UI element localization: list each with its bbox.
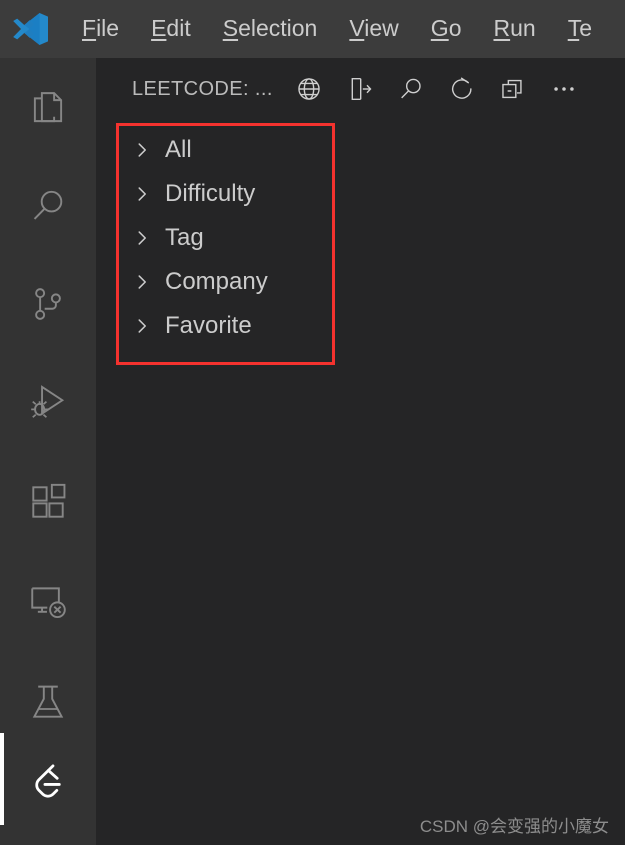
chevron-right-icon[interactable] [130, 314, 154, 338]
menu-mnemonic: G [430, 15, 449, 42]
panel-actions [293, 73, 580, 105]
tree-item-label[interactable]: Difficulty [165, 182, 255, 206]
tree-item-tag[interactable]: Tag [116, 216, 616, 260]
files-icon [33, 92, 63, 123]
chevron-right-icon[interactable] [130, 138, 154, 162]
menu-label-rest: e [579, 15, 592, 42]
menu-label-rest: dit [166, 15, 191, 42]
menu-mnemonic: S [222, 15, 239, 42]
run-and-debug-icon [31, 385, 65, 418]
menu-mnemonic: F [82, 15, 97, 42]
switch-endpoint-button[interactable] [293, 73, 325, 105]
menu-mnemonic: V [349, 15, 365, 42]
tree-item-label[interactable]: Tag [165, 226, 204, 250]
chevron-right-icon[interactable] [130, 226, 154, 250]
activity-bar-item-explorer[interactable] [0, 60, 96, 156]
activity-bar-item-source-control[interactable] [0, 256, 96, 352]
collapse-all-icon [502, 79, 522, 99]
activity-bar [0, 58, 96, 845]
menu-label-rest: election [238, 15, 318, 42]
sign-out-icon [351, 78, 372, 100]
tree-item-all[interactable]: All [116, 128, 616, 172]
tree-item-favorite[interactable]: Favorite [116, 304, 616, 348]
menu-label-rest: o [448, 15, 462, 42]
tree-item-company[interactable]: Company [116, 260, 616, 304]
beaker-icon [32, 685, 64, 718]
search-problem-button[interactable] [395, 73, 427, 105]
menu-item-terminal[interactable]: Te [552, 12, 608, 45]
menu-item-edit[interactable]: Edit [135, 12, 207, 45]
search-icon [33, 190, 63, 220]
globe-icon [298, 78, 320, 100]
menu-label-rest: iew [364, 15, 399, 42]
extensions-icon [32, 483, 66, 518]
leetcode-icon [35, 764, 61, 798]
menu-item-file[interactable]: File [66, 12, 135, 45]
ellipsis-icon [554, 87, 574, 91]
activity-bar-item-leetcode[interactable] [0, 733, 96, 829]
menu-mnemonic: T [567, 15, 580, 42]
sidebar: LEETCODE: ... All Difficulty Tag Company… [96, 58, 625, 845]
source-control-icon [35, 288, 61, 320]
refresh-button[interactable] [446, 73, 478, 105]
tree-item-label[interactable]: Company [165, 270, 268, 294]
remote-explorer-icon [31, 587, 66, 619]
menu-item-selection[interactable]: Selection [207, 12, 334, 45]
chevron-right-icon[interactable] [130, 270, 154, 294]
menu-item-go[interactable]: Go [415, 12, 478, 45]
activity-bar-item-run-and-debug[interactable] [0, 354, 96, 450]
vscode-logo-icon [13, 13, 48, 45]
panel-header: LEETCODE: ... [96, 58, 625, 120]
tree-item-label[interactable]: All [165, 138, 192, 162]
leetcode-tree: All Difficulty Tag Company Favorite [116, 128, 616, 348]
more-actions-button[interactable] [548, 73, 580, 105]
title-bar: File Edit Selection View Go Run Te [0, 0, 625, 58]
search-icon [400, 78, 421, 99]
menu-mnemonic: E [151, 15, 167, 42]
refresh-icon [451, 77, 472, 99]
vscode-window: File Edit Selection View Go Run Te LEETC… [0, 0, 625, 845]
menu-item-view[interactable]: View [333, 12, 414, 45]
watermark: CSDN @会变强的小魔女 [419, 817, 609, 836]
menu-mnemonic: R [493, 15, 511, 42]
collapse-all-button[interactable] [497, 73, 529, 105]
menu-item-run[interactable]: Run [477, 12, 551, 45]
chevron-right-icon[interactable] [130, 182, 154, 206]
menu-label-rest: ile [96, 15, 120, 42]
activity-bar-item-search[interactable] [0, 158, 96, 254]
activity-bar-item-remote-explorer[interactable] [0, 554, 96, 650]
sign-out-button[interactable] [344, 73, 376, 105]
menu-bar: File Edit Selection View Go Run Te [66, 12, 625, 45]
activity-bar-item-extensions[interactable] [0, 454, 96, 550]
menu-label-rest: un [510, 15, 536, 42]
tree-item-label[interactable]: Favorite [165, 314, 252, 338]
panel-title: LEETCODE: ... [132, 77, 273, 100]
tree-item-difficulty[interactable]: Difficulty [116, 172, 616, 216]
